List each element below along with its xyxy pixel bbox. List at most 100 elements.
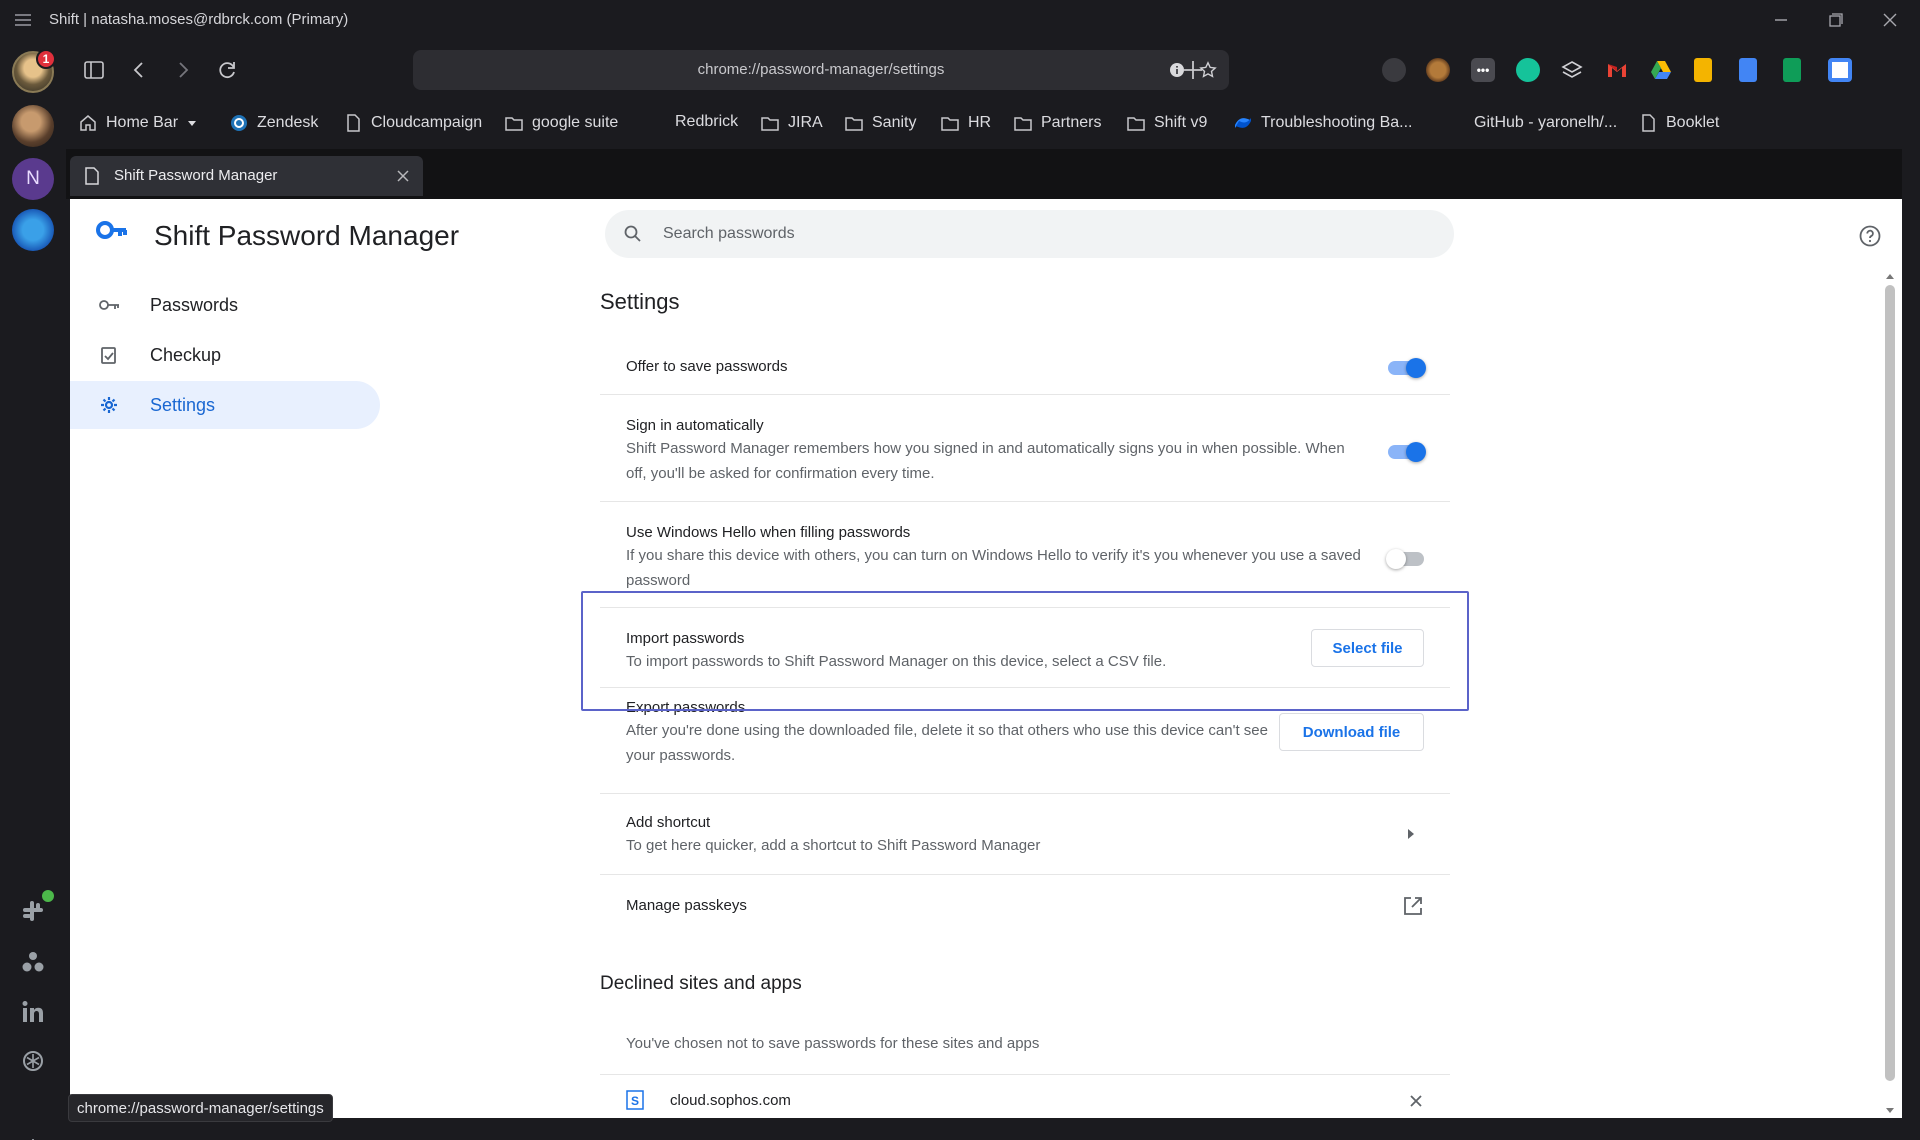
bookmarks-bar: Home Bar Zendesk Cloudcampaign google su… <box>66 99 1920 149</box>
bookmark-troubleshooting[interactable]: Troubleshooting Ba... <box>1233 113 1413 133</box>
google-keep-icon[interactable] <box>1694 58 1712 82</box>
open-in-new-icon[interactable] <box>1402 895 1424 917</box>
bookmark-label: JIRA <box>788 114 823 131</box>
help-icon[interactable] <box>1858 224 1882 248</box>
page-icon <box>347 114 360 132</box>
bookmark-zendesk[interactable]: Zendesk <box>229 113 318 133</box>
app-brand: Shift Password Manager <box>96 219 459 251</box>
windows-hello-toggle[interactable] <box>1386 549 1424 569</box>
layers-icon[interactable] <box>1560 58 1584 82</box>
extension-grey-icon[interactable] <box>1382 58 1406 82</box>
declined-site-row: S cloud.sophos.com <box>600 1075 1450 1118</box>
zendesk-icon <box>231 115 247 131</box>
google-calendar-icon[interactable] <box>1828 58 1852 82</box>
back-icon[interactable] <box>125 56 153 84</box>
download-file-button[interactable]: Download file <box>1279 713 1424 751</box>
add-app-icon[interactable] <box>20 1135 46 1140</box>
sign-in-row: Sign in automatically Shift Password Man… <box>600 395 1450 502</box>
sign-in-toggle[interactable] <box>1388 442 1426 462</box>
remove-site-icon[interactable] <box>1408 1093 1424 1109</box>
bookmark-google-suite[interactable]: google suite <box>504 113 618 133</box>
windows-hello-desc: If you share this device with others, yo… <box>626 547 1361 589</box>
folder-icon <box>1127 117 1145 131</box>
folder-icon <box>1014 117 1032 131</box>
bookmark-partners[interactable]: Partners <box>1013 113 1101 133</box>
nav-checkup[interactable]: Checkup <box>70 331 380 379</box>
google-docs-icon[interactable] <box>1739 58 1757 82</box>
slack-icon[interactable] <box>20 898 46 924</box>
scrollbar-thumb[interactable] <box>1885 285 1895 1081</box>
key-icon <box>99 300 119 310</box>
bookmark-label: GitHub - yaronelh/... <box>1474 114 1618 131</box>
close-window-icon[interactable] <box>1875 8 1905 32</box>
offer-save-toggle[interactable] <box>1388 358 1426 378</box>
sidebar-toggle-icon[interactable] <box>80 56 108 84</box>
address-url: chrome://password-manager/settings <box>697 61 945 78</box>
bookmark-redbrick[interactable]: Redbrick <box>675 113 738 131</box>
google-sheets-icon[interactable] <box>1783 58 1801 82</box>
import-highlight-box <box>581 591 1469 711</box>
tab-password-manager[interactable]: Shift Password Manager <box>70 156 423 196</box>
page-scrollbar[interactable] <box>1881 269 1899 1118</box>
extension-cookie-icon[interactable] <box>1426 58 1450 82</box>
shift-app-icon[interactable] <box>12 209 54 251</box>
declined-desc: You've chosen not to save passwords for … <box>626 1035 1040 1052</box>
primary-account-avatar[interactable]: 1 <box>12 49 56 93</box>
confluence-icon <box>1235 118 1251 128</box>
bookmark-booklet[interactable]: Booklet <box>1638 113 1719 133</box>
toggle-knob <box>1386 549 1406 569</box>
add-shortcut-row[interactable]: Add shortcut To get here quicker, add a … <box>600 794 1450 875</box>
extension-dots-icon[interactable]: ••• <box>1471 58 1495 82</box>
bookmark-cloudcampaign[interactable]: Cloudcampaign <box>343 113 482 133</box>
secondary-account-avatar[interactable] <box>12 105 54 147</box>
minimize-icon[interactable] <box>1766 8 1796 32</box>
teams-icon[interactable] <box>20 949 46 975</box>
export-desc: After you're done using the downloaded f… <box>626 722 1268 764</box>
address-bar[interactable]: chrome://password-manager/settings <box>413 50 1229 90</box>
google-drive-icon[interactable] <box>1649 58 1673 82</box>
bookmark-shift-v9[interactable]: Shift v9 <box>1126 113 1207 133</box>
app-title: Shift Password Manager <box>154 220 460 251</box>
bookmark-github[interactable]: GitHub - yaronelh/... <box>1466 113 1617 133</box>
forward-icon[interactable] <box>169 56 197 84</box>
svg-text:S: S <box>631 1094 639 1108</box>
toggle-knob <box>1406 358 1426 378</box>
reload-icon[interactable] <box>213 56 241 84</box>
manage-passkeys-row[interactable]: Manage passkeys <box>600 875 1450 937</box>
gmail-icon[interactable] <box>1605 58 1629 82</box>
folder-icon <box>505 117 523 131</box>
online-status-dot <box>42 890 54 902</box>
nav-settings[interactable]: Settings <box>70 381 380 429</box>
scroll-up-icon[interactable] <box>1885 272 1895 282</box>
nav-passwords[interactable]: Passwords <box>70 281 380 329</box>
bookmark-sanity[interactable]: Sanity <box>844 113 916 133</box>
nav-label: Settings <box>150 395 216 415</box>
site-favicon-icon: S <box>626 1090 644 1110</box>
folder-icon <box>845 117 863 131</box>
bookmark-hr[interactable]: HR <box>940 113 991 133</box>
chatgpt-icon[interactable] <box>20 1048 46 1074</box>
account-n-avatar[interactable]: N <box>12 158 54 200</box>
passkeys-title: Manage passkeys <box>626 897 747 914</box>
search-placeholder: Search passwords <box>663 225 795 242</box>
declined-desc-row: You've chosen not to save passwords for … <box>600 1014 1450 1075</box>
bookmark-jira[interactable]: JIRA <box>760 113 823 133</box>
restore-icon[interactable] <box>1820 8 1850 32</box>
new-tab-icon[interactable] <box>1179 56 1207 84</box>
search-icon <box>624 225 641 242</box>
offer-save-row: Offer to save passwords <box>600 339 1450 395</box>
scroll-down-icon[interactable] <box>1885 1105 1895 1115</box>
page-icon <box>85 167 99 185</box>
linkedin-icon[interactable] <box>20 999 46 1025</box>
checkup-icon <box>101 347 116 364</box>
menu-icon[interactable] <box>14 12 32 28</box>
password-manager-page: Shift Password Manager Passwords Checkup… <box>70 199 1902 1118</box>
close-tab-icon[interactable] <box>395 168 411 184</box>
search-passwords-input[interactable]: Search passwords <box>605 210 1454 258</box>
bookmark-home-bar[interactable]: Home Bar <box>78 113 198 133</box>
bookmark-label: Sanity <box>872 114 917 131</box>
grammarly-icon[interactable] <box>1516 58 1540 82</box>
toggle-knob <box>1406 442 1426 462</box>
offer-save-title: Offer to save passwords <box>626 358 788 375</box>
gear-icon <box>101 397 117 413</box>
